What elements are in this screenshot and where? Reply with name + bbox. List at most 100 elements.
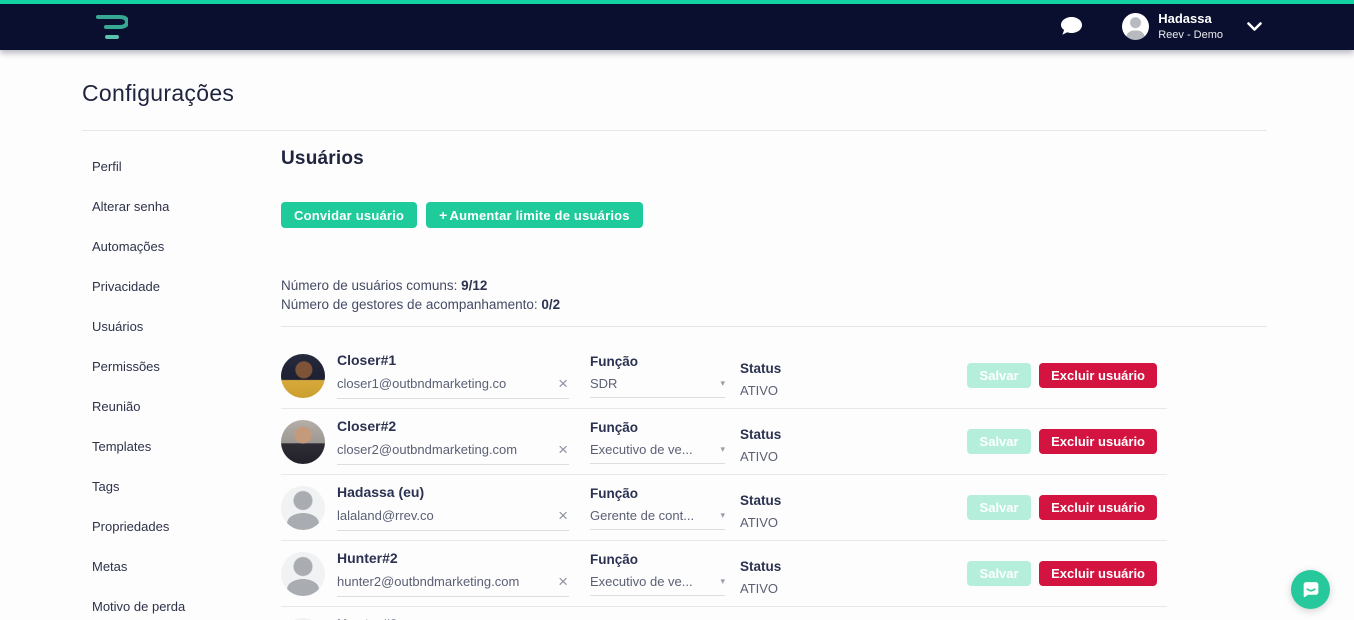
status-value: ATIVO (740, 515, 779, 530)
user-counters: Número de usuários comuns: 9/12 Número d… (281, 276, 1267, 314)
settings-content: Perfil Alterar senha Automações Privacid… (0, 131, 1354, 620)
reev-logo[interactable] (94, 12, 128, 42)
email-field: × (337, 441, 569, 465)
sidebar-item-metas[interactable]: Metas (82, 546, 281, 586)
user-identity: Closer#1 × (337, 352, 569, 399)
sidebar-item-permissoes[interactable]: Permissões (82, 346, 281, 386)
role-select[interactable]: Executivo de ve... ▾ (590, 574, 725, 596)
save-button[interactable]: Salvar (967, 363, 1032, 388)
user-avatar (281, 353, 325, 398)
email-input[interactable] (337, 376, 558, 391)
managers-counter: Número de gestores de acompanhamento: 0/… (281, 295, 1267, 314)
navbar-user-info: Hadassa Reev - Demo (1158, 11, 1223, 42)
role-label: Função (590, 485, 639, 501)
user-row: Closer#1 × Função SDR ▾ Status ATIVO (281, 343, 1167, 409)
sidebar-item-templates[interactable]: Templates (82, 426, 281, 466)
status-label: Status (740, 427, 782, 442)
status-value: ATIVO (740, 383, 779, 398)
chat-bubble-icon (1303, 582, 1319, 598)
common-users-counter: Número de usuários comuns: 9/12 (281, 276, 1267, 295)
caret-down-icon: ▾ (720, 377, 725, 388)
sidebar-item-privacidade[interactable]: Privacidade (82, 266, 281, 306)
managers-counter-value: 0/2 (541, 297, 561, 312)
navbar-user-name: Hadassa (1158, 11, 1212, 27)
clear-email-icon[interactable]: × (557, 507, 569, 524)
email-field: × (337, 507, 569, 531)
sidebar-item-tags[interactable]: Tags (82, 466, 281, 506)
user-row: Closer#2 × Função Executivo de ve... ▾ S… (281, 409, 1167, 475)
role-column: Função SDR ▾ (590, 354, 725, 398)
save-button[interactable]: Salvar (967, 495, 1032, 520)
email-field: × (337, 375, 569, 399)
role-column: Função Gerente de cont... ▾ (590, 486, 725, 530)
delete-user-button[interactable]: Excluir usuário (1039, 429, 1157, 454)
intercom-chat-button[interactable] (1291, 570, 1330, 609)
delete-user-button[interactable]: Excluir usuário (1039, 363, 1157, 388)
email-input[interactable] (337, 574, 558, 589)
clear-email-icon[interactable]: × (557, 573, 569, 590)
role-value: Executivo de ve... (590, 441, 693, 457)
role-select[interactable]: Gerente de cont... ▾ (590, 508, 725, 530)
delete-user-button[interactable]: Excluir usuário (1039, 561, 1157, 586)
role-column: Função Executivo de ve... ▾ (590, 420, 725, 464)
users-actions: Convidar usuário + Aumentar limite de us… (281, 202, 1267, 228)
increase-user-limit-button[interactable]: + Aumentar limite de usuários (426, 202, 643, 228)
user-name: Hadassa (eu) (337, 484, 425, 500)
clear-email-icon[interactable]: × (557, 375, 569, 392)
user-row: Hunter#2 × Função Executivo de ve... ▾ S… (281, 541, 1167, 607)
email-input[interactable] (337, 442, 558, 457)
delete-user-button[interactable]: Excluir usuário (1039, 495, 1157, 520)
user-identity: Hadassa (eu) × (337, 484, 569, 531)
status-label: Status (740, 493, 782, 508)
common-users-counter-value: 9/12 (461, 278, 488, 293)
user-name: Hunter#3 (337, 616, 569, 620)
user-avatar-placeholder (281, 551, 325, 596)
sidebar-item-perfil[interactable]: Perfil (82, 146, 281, 186)
user-avatar-placeholder (281, 485, 325, 530)
top-navbar: Hadassa Reev - Demo (0, 0, 1354, 50)
role-value: Executivo de ve... (590, 573, 693, 589)
clear-email-icon[interactable]: × (557, 441, 569, 458)
sidebar-item-propriedades[interactable]: Propriedades (82, 506, 281, 546)
user-avatar (281, 419, 325, 464)
caret-down-icon: ▾ (720, 443, 725, 454)
reev-logo-icon (96, 15, 128, 39)
status-label: Status (740, 559, 782, 574)
navbar-avatar[interactable] (1122, 13, 1150, 41)
invite-user-button[interactable]: Convidar usuário (281, 202, 418, 228)
role-select[interactable]: Executivo de ve... ▾ (590, 442, 725, 464)
sidebar-item-usuarios[interactable]: Usuários (82, 306, 281, 346)
role-column: Função Executivo de ve... ▾ (590, 552, 725, 596)
status-value: ATIVO (740, 449, 779, 464)
save-button[interactable]: Salvar (967, 429, 1032, 454)
chat-icon[interactable] (1058, 15, 1084, 39)
role-value: SDR (590, 375, 618, 391)
user-list: Closer#1 × Função SDR ▾ Status ATIVO (281, 327, 1167, 620)
settings-sidebar: Perfil Alterar senha Automações Privacid… (82, 131, 281, 620)
common-users-counter-label: Número de usuários comuns: (281, 278, 462, 293)
user-identity: Closer#2 × (337, 418, 569, 465)
user-name: Closer#1 (337, 352, 397, 368)
navbar-right-cluster: Hadassa Reev - Demo (1058, 11, 1354, 42)
chevron-down-icon[interactable] (1247, 22, 1262, 32)
managers-counter-label: Número de gestores de acompanhamento: (281, 297, 542, 312)
user-row: Hunter#3 × Função ▾ (281, 607, 1167, 620)
user-name: Hunter#2 (337, 550, 398, 566)
user-identity: Hunter#2 × (337, 550, 569, 597)
sidebar-item-reuniao[interactable]: Reunião (82, 386, 281, 426)
status-column: Status ATIVO (740, 493, 832, 530)
sidebar-item-alterar-senha[interactable]: Alterar senha (82, 186, 281, 226)
users-heading: Usuários (281, 148, 364, 169)
role-label: Função (590, 419, 639, 435)
role-select[interactable]: SDR ▾ (590, 376, 725, 398)
role-value: Gerente de cont... (590, 507, 695, 523)
page-title: Configurações (82, 80, 235, 106)
sidebar-item-motivo-de-perda[interactable]: Motivo de perda (82, 586, 281, 620)
status-column: Status ATIVO (740, 361, 832, 398)
save-button[interactable]: Salvar (967, 561, 1032, 586)
email-input[interactable] (337, 508, 558, 523)
user-row: Hadassa (eu) × Função Gerente de cont...… (281, 475, 1167, 541)
user-name: Closer#2 (337, 418, 397, 434)
sidebar-item-automacoes[interactable]: Automações (82, 226, 281, 266)
row-actions: Salvar Excluir usuário (967, 561, 1157, 586)
